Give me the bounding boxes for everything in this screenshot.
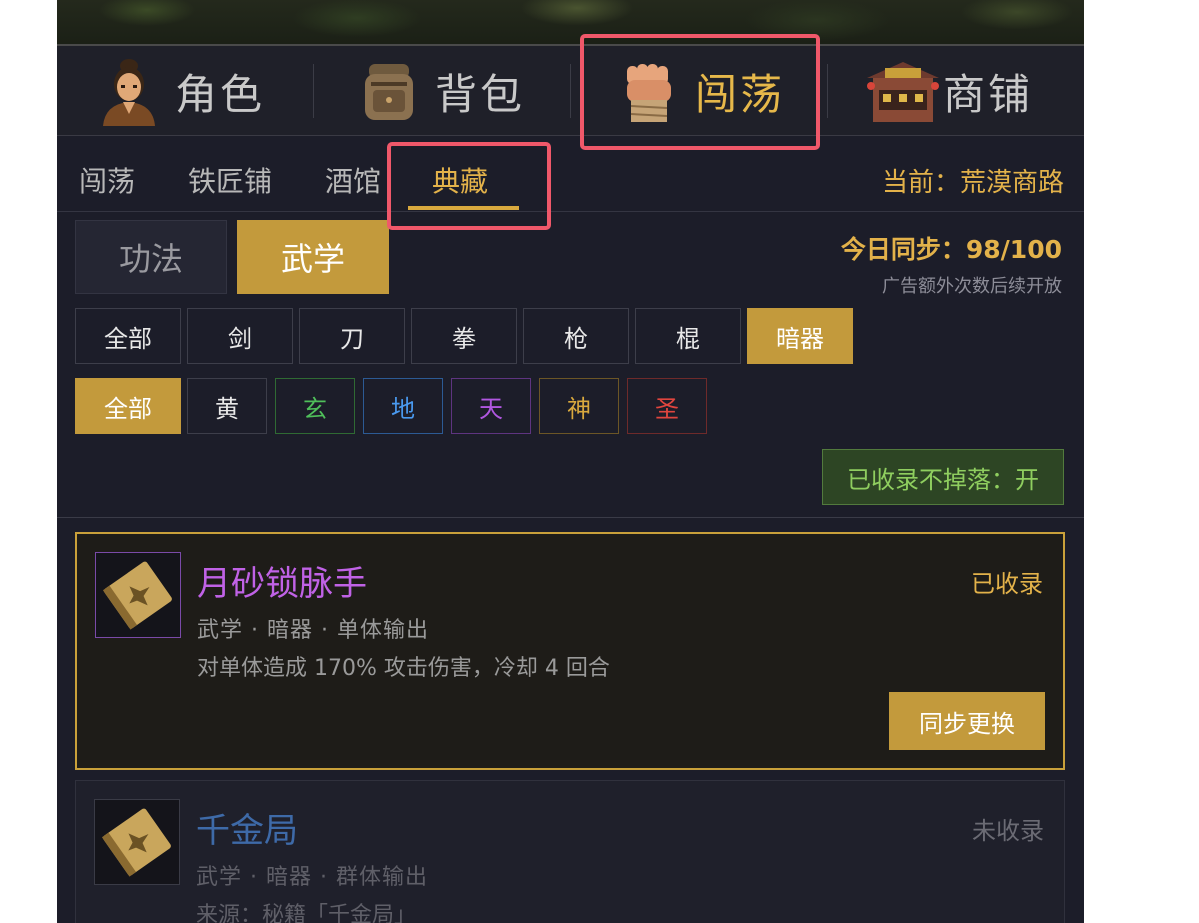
- sub-tab-adventure[interactable]: 闯荡: [79, 160, 135, 200]
- sub-tab-collection[interactable]: 典藏: [432, 160, 488, 200]
- sync-note: 广告额外次数后续开放: [882, 276, 1062, 297]
- weapon-filter-spear[interactable]: 枪: [523, 308, 629, 364]
- sub-tab-bar: 闯荡 铁匠铺 酒馆 典藏 当前：荒漠商路: [57, 136, 1084, 212]
- main-nav: 角色 背包 闯荡 商铺: [57, 44, 1084, 136]
- nav-item-backpack[interactable]: 背包: [357, 46, 525, 136]
- martial-book-icon: [95, 552, 181, 638]
- weapon-filter-fist[interactable]: 拳: [411, 308, 517, 364]
- weapon-filter-all[interactable]: 全部: [75, 308, 181, 364]
- sync-replace-button[interactable]: 同步更换: [889, 692, 1045, 750]
- rank-filter-huang[interactable]: 黄: [187, 378, 267, 434]
- nav-label-character: 角色: [175, 69, 266, 119]
- filter-panel: 功法 武学 今日同步：98/100 广告额外次数后续开放 全部 剑 刀 拳 枪 …: [57, 212, 1084, 518]
- sub-tab-blacksmith[interactable]: 铁匠铺: [188, 160, 272, 200]
- active-tab-underline: [408, 206, 519, 210]
- nav-divider: [827, 64, 828, 118]
- collected-no-drop-toggle[interactable]: 已收录不掉落：开: [822, 449, 1064, 505]
- rank-filter-tian[interactable]: 天: [451, 378, 531, 434]
- collection-status: 未收录: [972, 817, 1044, 845]
- collection-status: 已收录: [971, 570, 1043, 598]
- rank-filter-all[interactable]: 全部: [75, 378, 181, 434]
- tab-cultivation[interactable]: 功法: [75, 220, 227, 294]
- scenery-banner: [57, 0, 1084, 44]
- nav-item-character[interactable]: 角色: [97, 46, 265, 136]
- character-portrait-icon: [97, 56, 161, 126]
- skill-card[interactable]: 千金局 武学 · 暗器 · 群体输出 来源：秘籍「千金局」 未收录: [75, 780, 1065, 923]
- rank-filter-sheng[interactable]: 圣: [627, 378, 707, 434]
- martial-book-icon: [94, 799, 180, 885]
- weapon-filter-staff[interactable]: 棍: [635, 308, 741, 364]
- nav-divider: [570, 64, 571, 118]
- shop-building-icon: [865, 56, 939, 126]
- game-panel: 角色 背包 闯荡 商铺 闯荡 铁匠铺 酒馆 典藏 当前：荒漠商路 功法 武学 今…: [57, 0, 1084, 923]
- skill-description: 对单体造成 170% 攻击伤害，冷却 4 回合: [197, 656, 610, 681]
- skill-meta: 武学 · 暗器 · 单体输出: [197, 618, 429, 643]
- nav-label-shop: 商铺: [943, 69, 1034, 119]
- nav-label-backpack: 背包: [435, 69, 526, 119]
- tab-martial-arts[interactable]: 武学: [237, 220, 389, 294]
- skill-title: 月砂锁脉手: [197, 564, 367, 604]
- weapon-filter-blade[interactable]: 刀: [299, 308, 405, 364]
- current-location: 当前：荒漠商路: [881, 168, 1064, 198]
- nav-item-adventure[interactable]: 闯荡: [617, 46, 785, 136]
- skill-title: 千金局: [196, 811, 298, 851]
- weapon-filter-hidden-weapon[interactable]: 暗器: [747, 308, 853, 364]
- rank-filter-xuan[interactable]: 玄: [275, 378, 355, 434]
- skill-meta: 武学 · 暗器 · 群体输出: [196, 865, 428, 890]
- sub-tab-tavern[interactable]: 酒馆: [325, 160, 381, 200]
- fist-icon: [617, 56, 681, 126]
- skill-source: 来源：秘籍「千金局」: [196, 903, 417, 923]
- nav-item-shop[interactable]: 商铺: [865, 46, 1033, 136]
- sync-info: 今日同步：98/100 广告额外次数后续开放: [841, 230, 1062, 298]
- nav-divider: [313, 64, 314, 118]
- nav-label-adventure: 闯荡: [695, 69, 786, 119]
- backpack-icon: [357, 56, 421, 126]
- rank-filter-shen[interactable]: 神: [539, 378, 619, 434]
- skill-card[interactable]: 月砂锁脉手 武学 · 暗器 · 单体输出 对单体造成 170% 攻击伤害，冷却 …: [75, 532, 1065, 770]
- weapon-filter-sword[interactable]: 剑: [187, 308, 293, 364]
- rank-filter-di[interactable]: 地: [363, 378, 443, 434]
- sync-count: 今日同步：98/100: [840, 235, 1062, 264]
